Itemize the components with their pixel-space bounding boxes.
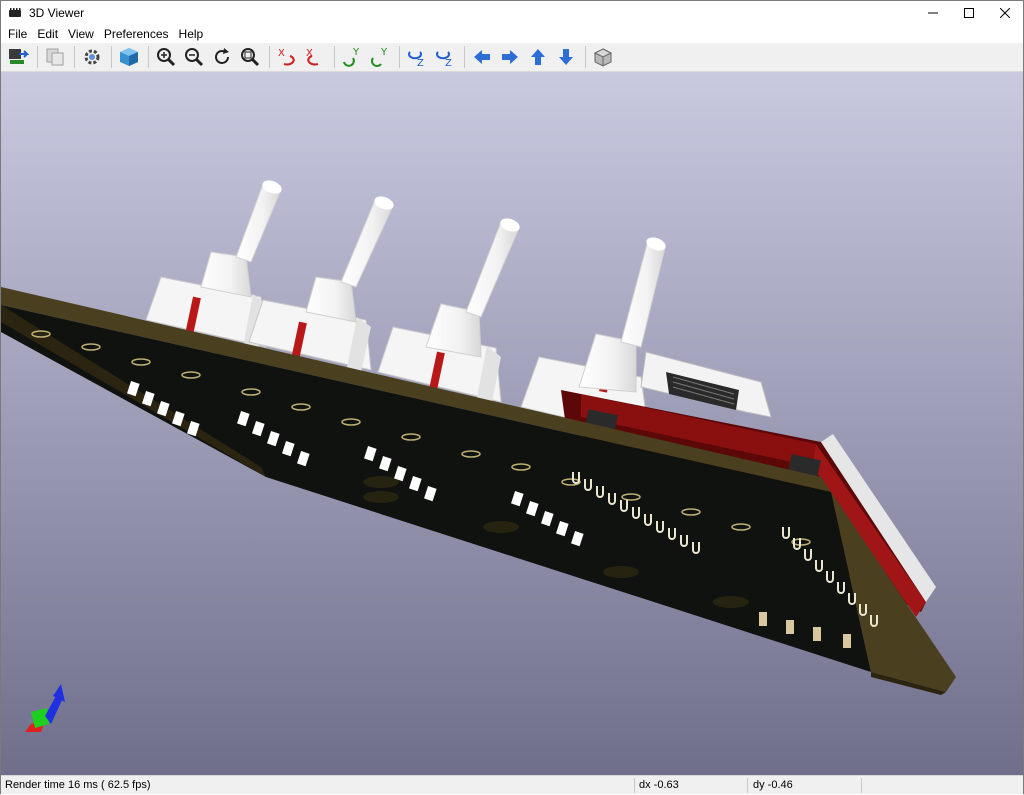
pcb-chip-icon [9, 8, 21, 17]
mounting-stud [759, 612, 767, 626]
rotate-y-ccw-button[interactable]: Y [367, 44, 393, 70]
toolbar-separator [148, 46, 149, 68]
maximize-icon [964, 8, 974, 18]
toolbar: X X Y Y Z Z [1, 43, 1023, 72]
mounting-stud [786, 620, 794, 634]
menu-view[interactable]: View [63, 25, 99, 43]
rotate-y-ccw-icon: Y [371, 47, 388, 67]
window-title: 3D Viewer [29, 6, 85, 20]
toolbar-separator [269, 46, 270, 68]
ortho-view-button[interactable] [590, 44, 616, 70]
pan-right-icon [502, 50, 518, 64]
3d-viewport[interactable] [1, 72, 1023, 775]
settings-button[interactable] [79, 44, 105, 70]
close-button[interactable] [987, 1, 1023, 25]
render-time-status: Render time 16 ms ( 62.5 fps) [5, 779, 151, 791]
menu-file[interactable]: File [3, 25, 32, 43]
toolbar-separator [585, 46, 586, 68]
rotate-z-cw-button[interactable]: Z [404, 44, 430, 70]
maximize-button[interactable] [951, 1, 987, 25]
pan-right-button[interactable] [497, 44, 523, 70]
rotate-z-ccw-icon: Z [436, 51, 452, 68]
copy-image-button[interactable] [42, 44, 68, 70]
svg-text:Y: Y [352, 47, 360, 58]
svg-text:Z: Z [445, 58, 452, 68]
reload-board-button[interactable] [5, 44, 31, 70]
zoom-fit-icon [241, 48, 260, 67]
toolbar-separator [111, 46, 112, 68]
rotate-y-cw-icon: Y [343, 47, 360, 67]
minimize-button[interactable] [915, 1, 951, 25]
menu-edit[interactable]: Edit [32, 25, 63, 43]
pan-up-icon [531, 49, 545, 65]
mounting-hole [603, 566, 639, 578]
rotate-x-cw-button[interactable]: X [274, 44, 300, 70]
zoom-fit-button[interactable] [237, 44, 263, 70]
svg-text:Z: Z [417, 58, 424, 68]
rotate-z-ccw-button[interactable]: Z [432, 44, 458, 70]
zoom-in-button[interactable] [153, 44, 179, 70]
toolbar-separator [464, 46, 465, 68]
rotate-y-cw-button[interactable]: Y [339, 44, 365, 70]
menu-help[interactable]: Help [174, 25, 209, 43]
reload-board-icon [9, 49, 29, 64]
mounting-stud [813, 627, 821, 641]
mounting-hole [713, 596, 749, 608]
status-divider [747, 778, 748, 793]
pan-left-button[interactable] [469, 44, 495, 70]
toolbar-separator [334, 46, 335, 68]
settings-gear-icon [84, 49, 100, 65]
mounting-hole [363, 476, 399, 488]
mounting-hole [363, 491, 399, 503]
zoom-out-button[interactable] [181, 44, 207, 70]
raytracing-button[interactable] [116, 44, 142, 70]
menu-preferences[interactable]: Preferences [99, 25, 174, 43]
redraw-icon [215, 48, 229, 64]
mounting-stud [843, 634, 851, 648]
pan-left-icon [474, 50, 490, 64]
window-controls [915, 1, 1023, 25]
pcb-3d-scene[interactable] [1, 72, 1023, 775]
viewer-window: 3D Viewer File Edit View Preferences Hel… [0, 0, 1024, 794]
toolbar-separator [37, 46, 38, 68]
pan-up-button[interactable] [525, 44, 551, 70]
rotate-z-cw-icon: Z [408, 51, 424, 68]
zoom-out-icon [185, 48, 204, 67]
pan-down-icon [559, 49, 573, 65]
dy-status: dy -0.46 [753, 779, 793, 791]
raytracing-cube-icon [120, 48, 138, 66]
zoom-in-icon [157, 48, 176, 67]
toolbar-separator [399, 46, 400, 68]
status-divider [861, 778, 862, 793]
svg-text:X: X [278, 48, 285, 59]
rotate-x-ccw-icon: X [306, 48, 319, 66]
menu-bar: File Edit View Preferences Help [1, 25, 1023, 43]
mounting-hole [483, 521, 519, 533]
title-bar: 3D Viewer [1, 1, 1023, 25]
copy-image-icon [46, 48, 64, 66]
minimize-icon [928, 12, 938, 14]
close-icon [1000, 8, 1010, 18]
ortho-view-icon [593, 48, 613, 67]
toolbar-separator [74, 46, 75, 68]
rotate-x-cw-icon: X [278, 48, 295, 66]
pan-down-button[interactable] [553, 44, 579, 70]
redraw-button[interactable] [209, 44, 235, 70]
status-bar: Render time 16 ms ( 62.5 fps) dx -0.63 d… [1, 775, 1023, 794]
svg-text:Y: Y [380, 47, 388, 58]
rotate-x-ccw-button[interactable]: X [302, 44, 328, 70]
dx-status: dx -0.63 [639, 779, 679, 791]
